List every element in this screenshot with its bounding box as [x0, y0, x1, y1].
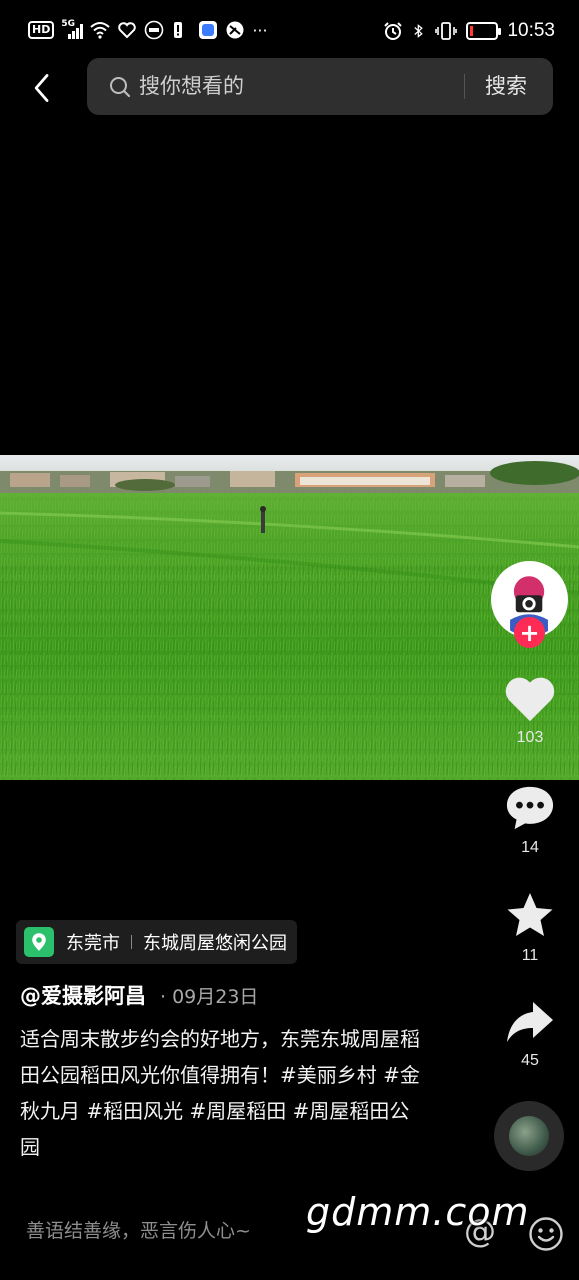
post-caption[interactable]: 适合周末散步约会的好地方，东莞东城周屋稻田公园稻田风光你值得拥有！#美丽乡村 #… — [20, 1021, 425, 1165]
search-divider — [464, 74, 465, 99]
favorite-button[interactable]: 11 — [497, 891, 563, 965]
search-bar[interactable]: 搜你想看的 搜索 — [87, 58, 553, 115]
search-input[interactable]: 搜你想看的 — [139, 58, 459, 115]
app-icon — [199, 21, 218, 39]
share-button[interactable]: 45 — [497, 998, 563, 1070]
status-bar: HD 5G ··· 10:53 — [0, 0, 579, 62]
location-city: 东莞市 — [66, 933, 120, 954]
status-icons-left: HD 5G ··· — [28, 19, 268, 40]
video-player[interactable] — [0, 455, 579, 780]
comment-button[interactable]: 14 — [497, 783, 563, 857]
notification-icon — [174, 22, 183, 38]
signal-icon: 5G — [61, 19, 84, 39]
comment-input[interactable]: 善语结善缘，恶言伤人心~ — [26, 1216, 251, 1243]
vibrate-icon — [435, 22, 458, 40]
like-count: 103 — [516, 729, 544, 746]
follow-button[interactable]: + — [514, 617, 545, 648]
back-arrow-icon — [34, 74, 49, 102]
alarm-icon — [384, 22, 403, 40]
clock: 10:53 — [507, 20, 555, 41]
post-date: · 09月23日 — [160, 986, 259, 1008]
rice-field-video-frame — [0, 455, 579, 780]
like-button[interactable]: 103 — [497, 675, 563, 747]
location-place: 东城周屋悠闲公园 — [143, 933, 287, 954]
status-icons-right: 10:53 — [383, 20, 555, 42]
share-icon — [507, 1002, 553, 1042]
location-pin-icon — [24, 927, 54, 957]
music-cover-image — [509, 1116, 549, 1156]
heart-icon — [505, 677, 555, 722]
hd-icon: HD — [28, 21, 55, 39]
location-tag[interactable]: 东莞市 东城周屋悠闲公园 — [16, 920, 297, 964]
more-status-icon: ··· — [252, 20, 268, 40]
battery-level — [470, 26, 474, 36]
back-button[interactable] — [22, 66, 62, 110]
vpn-icon — [226, 21, 244, 39]
search-icon — [110, 77, 131, 98]
author-line: @爱摄影阿昌 · 09月23日 — [20, 980, 258, 1010]
jd-icon — [145, 20, 164, 40]
search-button[interactable]: 搜索 — [485, 58, 527, 115]
bluetooth-icon — [414, 24, 424, 38]
emoji-icon[interactable] — [528, 1216, 564, 1252]
watermark: gdmm.com — [306, 1190, 530, 1234]
comment-icon — [506, 786, 554, 830]
battery-icon — [466, 22, 502, 40]
wifi-icon — [90, 22, 111, 39]
music-disc[interactable] — [494, 1101, 564, 1171]
favorite-count: 11 — [521, 947, 539, 964]
author-name[interactable]: @爱摄影阿昌 — [20, 980, 146, 1010]
share-count: 45 — [521, 1052, 539, 1069]
star-icon — [507, 893, 553, 936]
health-icon — [118, 22, 137, 39]
comment-count: 14 — [521, 839, 539, 856]
location-separator — [131, 935, 132, 949]
